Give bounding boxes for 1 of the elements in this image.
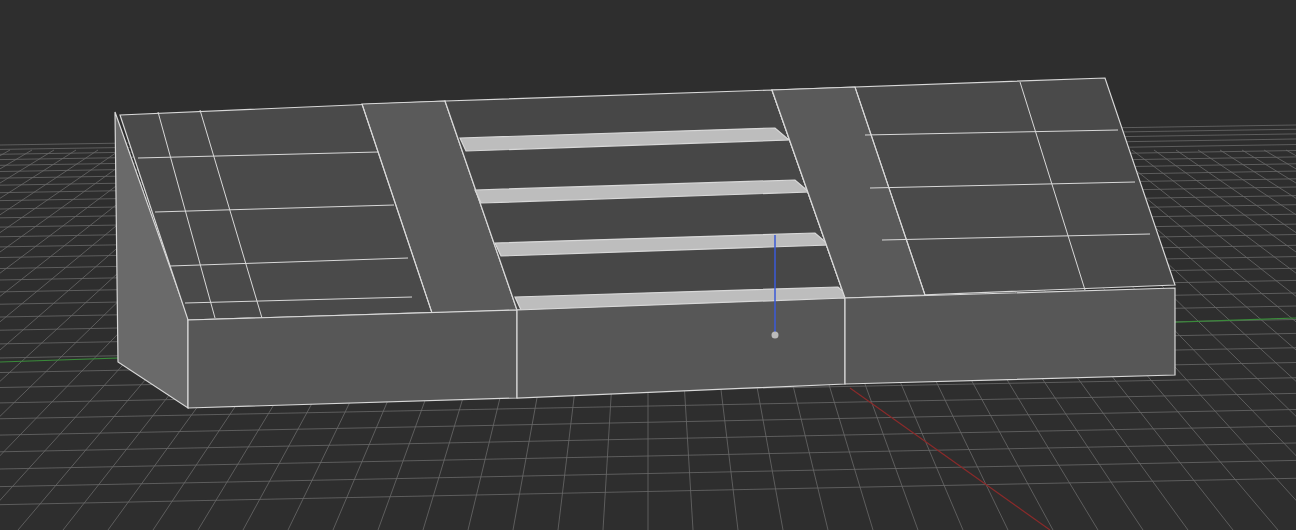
origin-point-icon <box>771 331 779 339</box>
